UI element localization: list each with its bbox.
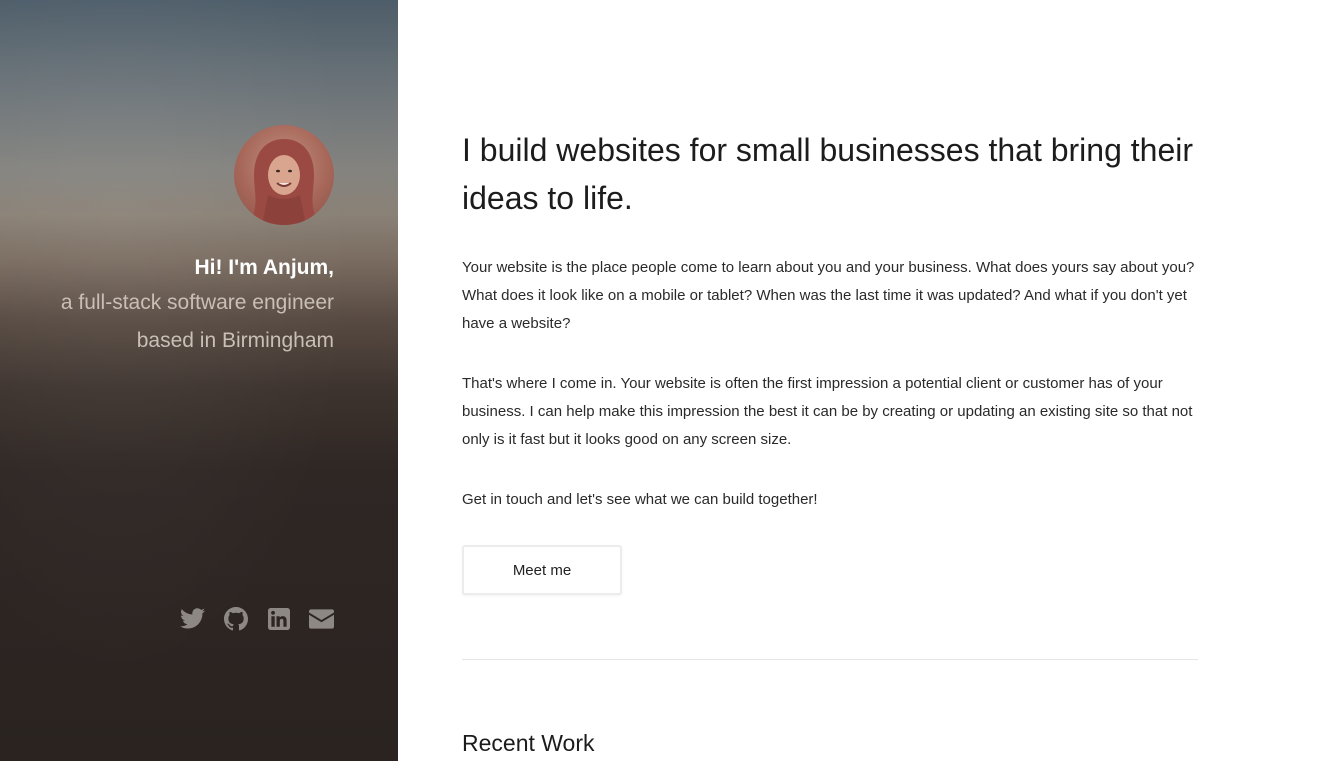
intro: Hi! I'm Anjum, a full-stack software eng… <box>61 252 334 360</box>
github-icon[interactable] <box>223 606 248 631</box>
envelope-icon[interactable] <box>309 606 334 631</box>
twitter-icon[interactable] <box>180 606 205 631</box>
sidebar: Hi! I'm Anjum, a full-stack software eng… <box>0 0 398 761</box>
services-paragraph: That's where I come in. Your website is … <box>462 375 1193 448</box>
meet-me-button[interactable]: Meet me <box>462 545 622 595</box>
divider <box>462 659 1198 660</box>
greeting: Hi! I'm Anjum, <box>194 256 334 279</box>
page: Hi! I'm Anjum, a full-stack software eng… <box>0 0 1335 761</box>
recent-work-heading: Recent Work <box>462 730 595 756</box>
linkedin-icon[interactable] <box>266 606 291 631</box>
page-title: I build websites for small businesses th… <box>462 132 1194 216</box>
main-content: I build websites for small businesses th… <box>462 0 1198 761</box>
cta-paragraph: Get in touch and let's see what we can b… <box>462 491 818 508</box>
intro-paragraph: Your website is the place people come to… <box>462 259 1195 332</box>
role-line-2: based in Birmingham <box>136 329 334 352</box>
role-line-1: a full-stack software engineer <box>60 291 334 314</box>
social-links <box>180 606 334 631</box>
avatar <box>234 125 334 225</box>
